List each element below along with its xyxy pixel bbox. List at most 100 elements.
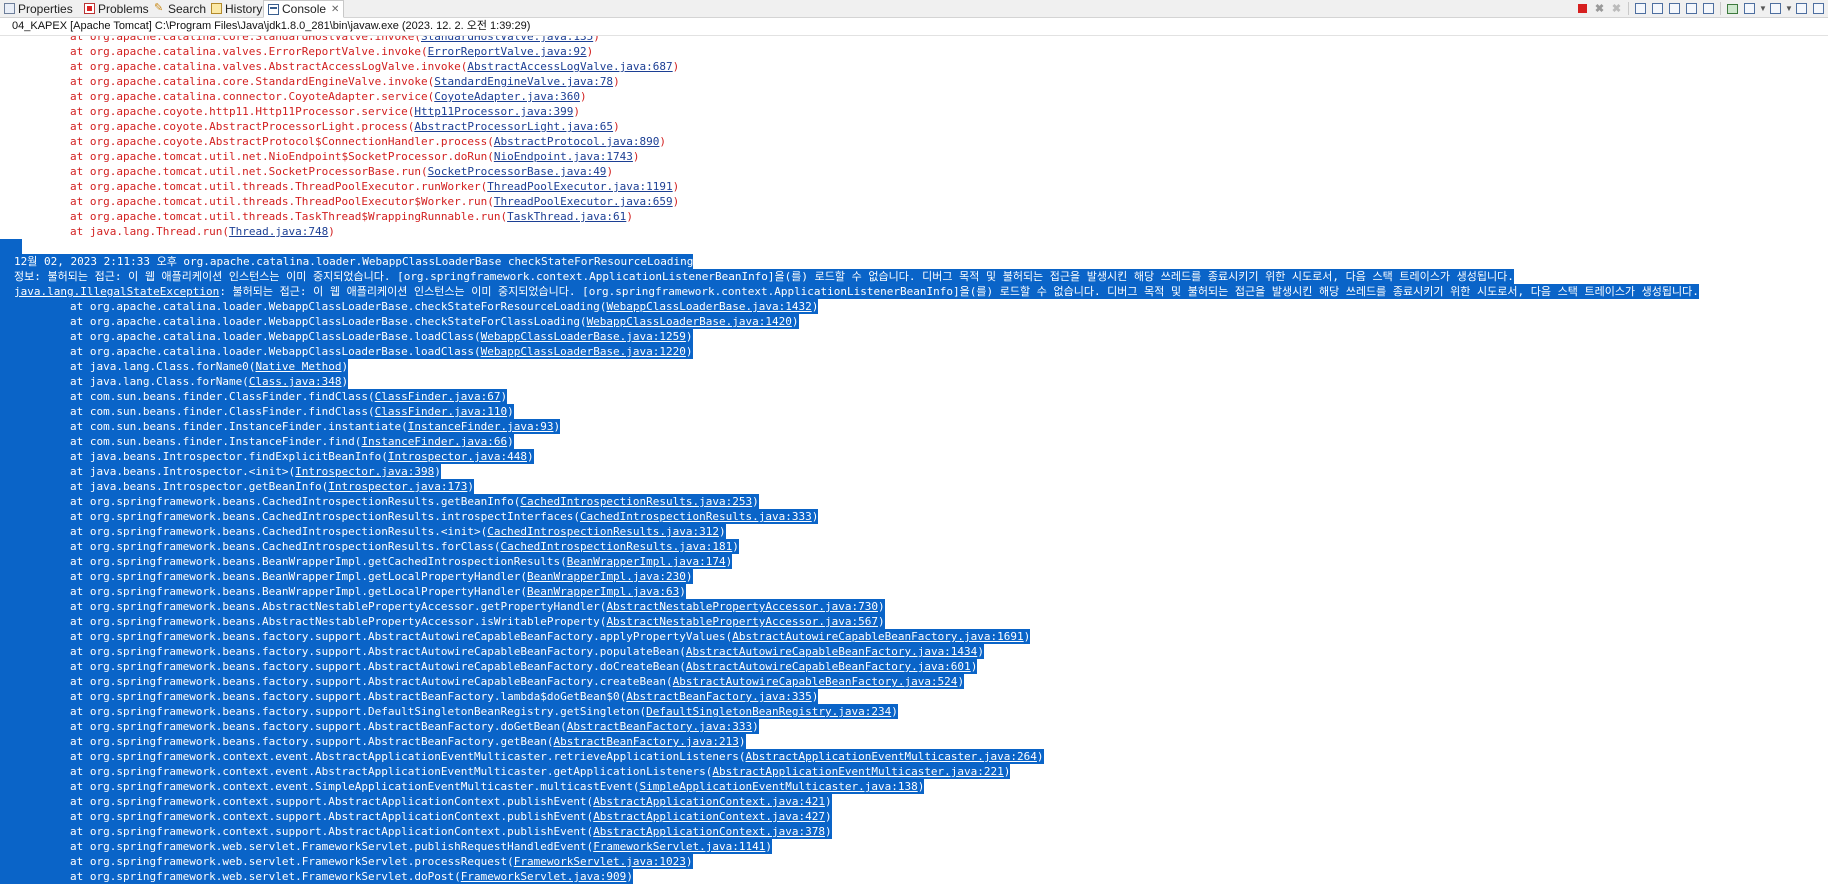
- source-link[interactable]: WebappClassLoaderBase.java:1420: [587, 315, 792, 328]
- source-link[interactable]: Class.java:348: [249, 375, 342, 388]
- source-link[interactable]: ClassFinder.java:67: [375, 390, 501, 403]
- source-link[interactable]: AbstractNestablePropertyAccessor.java:56…: [606, 615, 878, 628]
- source-link[interactable]: BeanWrapperImpl.java:63: [527, 585, 679, 598]
- frame-close: ): [626, 870, 633, 883]
- frame-method: at org.apache.coyote.AbstractProtocol$Co…: [70, 135, 494, 148]
- display-console-button[interactable]: [1742, 1, 1757, 16]
- show-on-stderr-button[interactable]: [1701, 1, 1716, 16]
- stack-frame-line: at com.sun.beans.finder.InstanceFinder.f…: [0, 434, 1828, 449]
- console-output[interactable]: at org.apache.catalina.core.StandardHost…: [0, 36, 1828, 887]
- stack-frame-line: at java.beans.Introspector.findExplicitB…: [0, 449, 1828, 464]
- source-link[interactable]: FrameworkServlet.java:1023: [514, 855, 686, 868]
- source-link[interactable]: AbstractApplicationEventMulticaster.java…: [746, 750, 1037, 763]
- source-link[interactable]: SimpleApplicationEventMulticaster.java:1…: [640, 780, 918, 793]
- source-link[interactable]: ClassFinder.java:110: [375, 405, 507, 418]
- source-link[interactable]: StandardHostValve.java:135: [421, 36, 593, 43]
- source-link[interactable]: CachedIntrospectionResults.java:253: [520, 495, 752, 508]
- tab-history[interactable]: History: [207, 0, 266, 17]
- source-link[interactable]: ErrorReportValve.java:92: [428, 45, 587, 58]
- frame-method: at org.apache.catalina.valves.ErrorRepor…: [70, 45, 428, 58]
- source-link[interactable]: CachedIntrospectionResults.java:333: [580, 510, 812, 523]
- source-link[interactable]: AbstractApplicationContext.java:421: [593, 795, 825, 808]
- open-console-button[interactable]: [1768, 1, 1783, 16]
- tab-console[interactable]: Console ✕: [263, 0, 345, 18]
- source-link[interactable]: AbstractApplicationEventMulticaster.java…: [712, 765, 1003, 778]
- scroll-lock-button[interactable]: [1650, 1, 1665, 16]
- tab-properties[interactable]: Properties: [0, 0, 77, 17]
- frame-close: ): [719, 525, 726, 538]
- properties-icon: [4, 3, 15, 14]
- source-link[interactable]: AbstractProcessorLight.java:65: [414, 120, 613, 133]
- show-on-stdout-button[interactable]: [1684, 1, 1699, 16]
- source-link[interactable]: ThreadPoolExecutor.java:659: [494, 195, 673, 208]
- source-link[interactable]: CachedIntrospectionResults.java:312: [487, 525, 719, 538]
- source-link[interactable]: WebappClassLoaderBase.java:1220: [481, 345, 686, 358]
- tab-label: Properties: [18, 1, 73, 16]
- selection-highlight: at java.beans.Introspector.<init>(Intros…: [0, 464, 441, 479]
- source-link[interactable]: CachedIntrospectionResults.java:181: [500, 540, 732, 553]
- close-icon[interactable]: ✕: [331, 4, 339, 15]
- source-link[interactable]: Introspector.java:448: [388, 450, 527, 463]
- source-link[interactable]: Http11Processor.java:399: [414, 105, 573, 118]
- source-link[interactable]: AbstractBeanFactory.java:213: [553, 735, 738, 748]
- source-link[interactable]: AbstractBeanFactory.java:335: [626, 690, 811, 703]
- source-link[interactable]: Introspector.java:173: [328, 480, 467, 493]
- terminate-button[interactable]: [1575, 1, 1590, 16]
- chevron-down-icon[interactable]: ▼: [1785, 4, 1793, 13]
- source-link[interactable]: Introspector.java:398: [295, 465, 434, 478]
- selection-highlight: at java.lang.Class.forName(Class.java:34…: [0, 374, 349, 389]
- chevron-down-icon[interactable]: ▼: [1759, 4, 1767, 13]
- word-wrap-button[interactable]: [1667, 1, 1682, 16]
- frame-close: ): [685, 570, 693, 583]
- source-link[interactable]: BeanWrapperImpl.java:174: [567, 555, 726, 568]
- remove-launch-button[interactable]: ✖: [1592, 1, 1607, 16]
- source-link[interactable]: Thread.java:748: [229, 225, 328, 238]
- frame-close: ): [586, 45, 594, 58]
- frame-method: at org.springframework.context.event.Abs…: [70, 765, 713, 778]
- source-link[interactable]: WebappClassLoaderBase.java:1432: [606, 300, 811, 313]
- source-link[interactable]: ThreadPoolExecutor.java:1191: [487, 180, 672, 193]
- source-link[interactable]: FrameworkServlet.java:1141: [593, 840, 765, 853]
- source-link[interactable]: Native Method: [255, 360, 341, 373]
- source-link[interactable]: AbstractAutowireCapableBeanFactory.java:…: [732, 630, 1023, 643]
- source-link[interactable]: CoyoteAdapter.java:360: [434, 90, 580, 103]
- stack-frame-line: at java.beans.Introspector.getBeanInfo(I…: [0, 479, 1828, 494]
- stack-frame-line: at com.sun.beans.finder.InstanceFinder.i…: [0, 419, 1828, 434]
- selection-highlight: at org.apache.catalina.loader.WebappClas…: [0, 329, 693, 344]
- source-link[interactable]: NioEndpoint.java:1743: [494, 150, 633, 163]
- source-link[interactable]: AbstractAutowireCapableBeanFactory.java:…: [673, 675, 958, 688]
- clear-icon: [1635, 3, 1646, 14]
- source-link[interactable]: AbstractApplicationContext.java:378: [593, 825, 825, 838]
- tab-search[interactable]: ✎ Search: [150, 0, 210, 17]
- stack-frame-line: at org.apache.catalina.valves.ErrorRepor…: [0, 44, 1828, 59]
- search-icon: ✎: [154, 2, 164, 14]
- source-link[interactable]: FrameworkServlet.java:909: [461, 870, 627, 883]
- source-link[interactable]: AbstractAccessLogValve.java:687: [467, 60, 672, 73]
- selection-highlight: at org.springframework.beans.factory.sup…: [0, 659, 978, 674]
- frame-close: ): [752, 720, 759, 733]
- source-link[interactable]: TaskThread.java:61: [507, 210, 626, 223]
- source-link[interactable]: AbstractAutowireCapableBeanFactory.java:…: [686, 660, 971, 673]
- source-link[interactable]: AbstractBeanFactory.java:333: [567, 720, 752, 733]
- clear-console-button[interactable]: [1633, 1, 1648, 16]
- pin-console-button[interactable]: [1725, 1, 1740, 16]
- maximize-button[interactable]: [1811, 1, 1826, 16]
- exception-type-link[interactable]: java.lang.IllegalStateException: [14, 285, 219, 298]
- source-link[interactable]: AbstractProtocol.java:890: [494, 135, 660, 148]
- minimize-button[interactable]: [1794, 1, 1809, 16]
- source-link[interactable]: AbstractNestablePropertyAccessor.java:73…: [606, 600, 878, 613]
- source-link[interactable]: DefaultSingletonBeanRegistry.java:234: [646, 705, 891, 718]
- source-link[interactable]: StandardEngineValve.java:78: [434, 75, 613, 88]
- tab-problems[interactable]: Problems: [80, 0, 153, 17]
- source-link[interactable]: BeanWrapperImpl.java:230: [527, 570, 686, 583]
- source-link[interactable]: AbstractAutowireCapableBeanFactory.java:…: [686, 645, 977, 658]
- source-link[interactable]: WebappClassLoaderBase.java:1259: [481, 330, 686, 343]
- remove-all-terminated-button[interactable]: ✖: [1609, 1, 1624, 16]
- frame-method: at org.apache.tomcat.util.threads.Thread…: [70, 195, 494, 208]
- frame-close: ): [626, 210, 633, 223]
- source-link[interactable]: InstanceFinder.java:66: [361, 435, 507, 448]
- source-link[interactable]: SocketProcessorBase.java:49: [428, 165, 607, 178]
- source-link[interactable]: AbstractApplicationContext.java:427: [593, 810, 825, 823]
- source-link[interactable]: InstanceFinder.java:93: [408, 420, 554, 433]
- stack-frame-line: at org.apache.catalina.loader.WebappClas…: [0, 314, 1828, 329]
